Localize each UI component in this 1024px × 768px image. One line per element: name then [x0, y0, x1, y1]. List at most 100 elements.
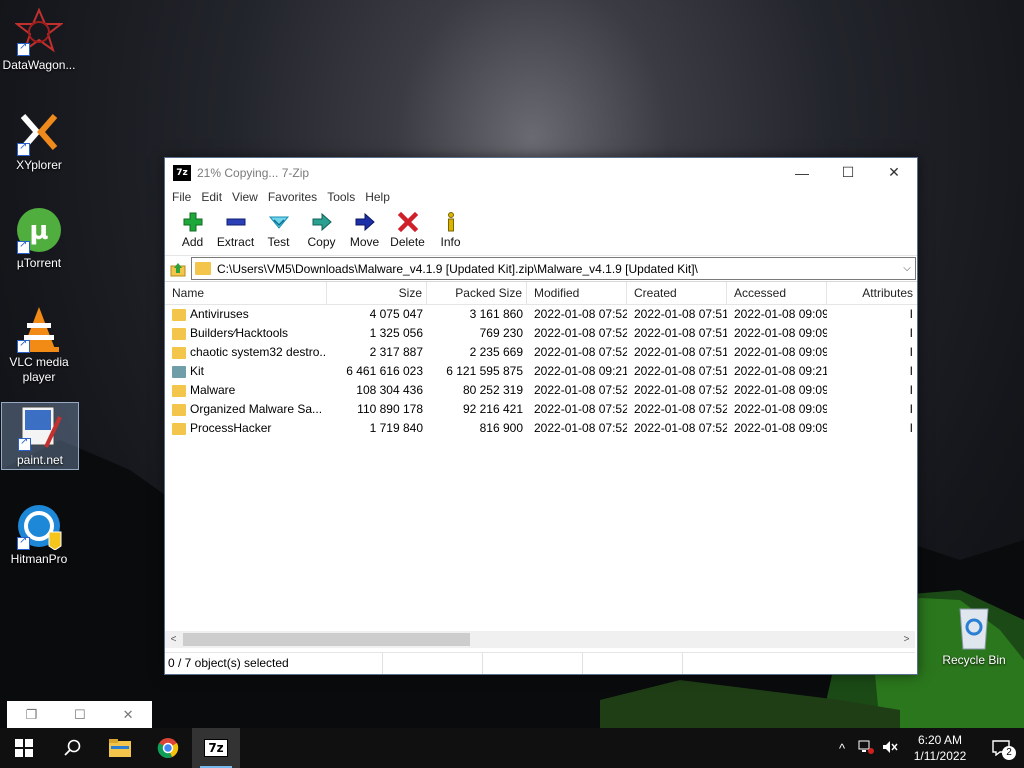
- extract-button[interactable]: Extract: [214, 207, 257, 249]
- menu-view[interactable]: View: [227, 187, 263, 207]
- folder-icon: [172, 403, 186, 416]
- desktop-icon-hitmanpro[interactable]: HitmanPro: [1, 502, 77, 567]
- item-name: chaotic system32 destro...: [190, 345, 327, 359]
- utorrent-icon: µ: [15, 206, 63, 254]
- cell-created: 2022-01-08 07:51: [634, 345, 727, 359]
- paintnet-icon: [16, 403, 64, 451]
- cell-name: Kit: [165, 362, 327, 381]
- column-created[interactable]: Created: [627, 282, 727, 304]
- maximize-button[interactable]: ☐: [825, 158, 871, 187]
- volume-muted-icon[interactable]: [878, 740, 902, 757]
- add-button[interactable]: Add: [171, 207, 214, 249]
- column-modified[interactable]: Modified: [527, 282, 627, 304]
- scroll-left-icon[interactable]: <: [165, 631, 182, 648]
- search-button[interactable]: [48, 728, 96, 768]
- desktop-icon-datawagon[interactable]: DataWagon...: [1, 7, 77, 73]
- desktop-icon-xyplorer[interactable]: XYplorer: [1, 108, 77, 173]
- sevenzip-taskbar-button[interactable]: 7z: [192, 728, 240, 768]
- chevron-up-icon[interactable]: ^: [830, 741, 854, 756]
- desktop-icon-vlc[interactable]: VLC media player: [1, 305, 77, 385]
- horizontal-scrollbar[interactable]: < >: [165, 631, 915, 648]
- network-icon[interactable]: [854, 740, 878, 757]
- desktop-icon-utorrent[interactable]: µ µTorrent: [1, 206, 77, 271]
- start-icon: [15, 739, 33, 757]
- folder-icon: [172, 346, 186, 359]
- datawagon-icon: [14, 7, 64, 56]
- item-name: Builders⁄Hacktools: [190, 326, 289, 340]
- copy-button[interactable]: Copy: [300, 207, 343, 249]
- menu-edit[interactable]: Edit: [196, 187, 227, 207]
- cell-name: Malware: [165, 381, 327, 400]
- info-icon: [447, 212, 454, 232]
- cell-modified: 2022-01-08 09:21: [534, 364, 627, 378]
- table-row[interactable]: Organized Malware Sa... 110 890 178 92 216…: [165, 400, 917, 419]
- close-button[interactable]: ✕: [871, 158, 917, 187]
- table-row[interactable]: Antiviruses 4 075 047 3 161 860 2022-01-08 …: [165, 305, 917, 324]
- clock[interactable]: 6:20 AM 1/11/2022: [902, 732, 978, 764]
- desktop-icon-label: HitmanPro: [10, 552, 68, 566]
- title-bar[interactable]: 7z 21% Copying... 7-Zip — ☐ ✕: [165, 158, 917, 187]
- desktop-icon-paintnet[interactable]: paint.net: [1, 402, 79, 470]
- cell-packed: 92 216 421: [462, 402, 523, 416]
- move-icon: [355, 212, 375, 232]
- menu-favorites[interactable]: Favorites: [263, 187, 322, 207]
- scroll-right-icon[interactable]: >: [898, 631, 915, 648]
- sevenzip-window: 7z 21% Copying... 7-Zip — ☐ ✕ File Edit …: [164, 157, 918, 675]
- start-button[interactable]: [0, 728, 48, 768]
- cell-modified: 2022-01-08 07:52: [534, 326, 627, 340]
- cell-size: 108 304 436: [356, 383, 423, 397]
- minimize-button[interactable]: —: [779, 158, 825, 187]
- column-name[interactable]: Name: [165, 282, 327, 304]
- copy-icon: [312, 212, 332, 232]
- cell-created: 2022-01-08 07:51: [634, 307, 727, 321]
- menu-help[interactable]: Help: [360, 187, 395, 207]
- restore-button[interactable]: ❐: [25, 707, 37, 723]
- menu-file[interactable]: File: [167, 187, 196, 207]
- column-packed-size[interactable]: Packed Size: [427, 282, 527, 304]
- cell-attr: I: [909, 345, 913, 359]
- cell-accessed: 2022-01-08 09:09: [734, 307, 827, 321]
- table-row[interactable]: chaotic system32 destro... 2 317 887 2 235…: [165, 343, 917, 362]
- cell-size: 1 325 056: [369, 326, 423, 340]
- delete-button[interactable]: Delete: [386, 207, 429, 249]
- table-row[interactable]: Malware 108 304 436 80 252 319 2022-01-08 0…: [165, 381, 917, 400]
- item-name: ProcessHacker: [190, 421, 272, 435]
- file-icon: [172, 365, 186, 378]
- cell-attr: I: [909, 383, 913, 397]
- notification-center-button[interactable]: 2: [978, 728, 1024, 768]
- cell-size: 2 317 887: [369, 345, 423, 359]
- desktop-icon-label: µTorrent: [16, 256, 62, 270]
- info-button[interactable]: Info: [429, 207, 472, 249]
- recycle-bin-icon: [950, 603, 998, 651]
- column-accessed[interactable]: Accessed: [727, 282, 827, 304]
- desktop-icon-recycle-bin[interactable]: Recycle Bin: [936, 603, 1012, 668]
- column-size[interactable]: Size: [327, 282, 427, 304]
- close-button[interactable]: ✕: [123, 707, 134, 723]
- up-folder-button[interactable]: [165, 257, 191, 281]
- chevron-down-icon[interactable]: ⌵: [899, 263, 915, 274]
- maximize-button[interactable]: ☐: [74, 707, 86, 723]
- cell-created: 2022-01-08 07:52: [634, 421, 727, 435]
- menu-tools[interactable]: Tools: [322, 187, 360, 207]
- delete-icon: [397, 211, 418, 233]
- folder-icon: [172, 308, 186, 321]
- 7zip-icon: 7z: [204, 739, 228, 757]
- cell-accessed: 2022-01-08 09:09: [734, 402, 827, 416]
- test-button[interactable]: Test: [257, 207, 300, 249]
- table-row[interactable]: ProcessHacker 1 719 840 816 900 2022-01-08 …: [165, 419, 917, 438]
- cell-attr: I: [909, 421, 913, 435]
- item-name: Antiviruses: [190, 307, 249, 321]
- table-row[interactable]: Builders⁄Hacktools 1 325 056 769 230 2022-0…: [165, 324, 917, 343]
- scroll-thumb[interactable]: [183, 633, 470, 646]
- table-row[interactable]: Kit 6 461 616 023 6 121 595 875 2022-01-08 …: [165, 362, 917, 381]
- cell-modified: 2022-01-08 07:52: [534, 307, 627, 321]
- file-explorer-button[interactable]: [96, 728, 144, 768]
- cell-attr: I: [909, 364, 913, 378]
- cell-created: 2022-01-08 07:51: [634, 364, 727, 378]
- move-button[interactable]: Move: [343, 207, 386, 249]
- address-bar: C:\Users\VM5\Downloads\Malware_v4.1.9 [U…: [165, 256, 917, 282]
- chrome-button[interactable]: [144, 728, 192, 768]
- address-field[interactable]: C:\Users\VM5\Downloads\Malware_v4.1.9 [U…: [191, 257, 916, 280]
- cell-accessed: 2022-01-08 09:09: [734, 421, 827, 435]
- column-attributes[interactable]: Attributes: [827, 282, 917, 304]
